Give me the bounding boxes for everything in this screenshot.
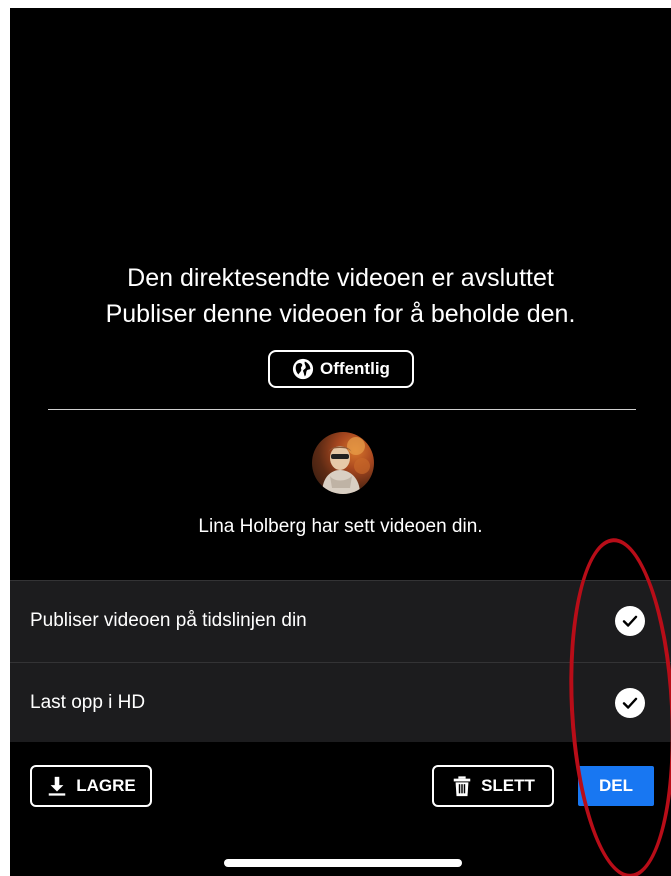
live-ended-screen: Den direktesendte videoen er avsluttet P… bbox=[10, 8, 671, 876]
option-label: Publiser videoen på tidslinjen din bbox=[30, 609, 307, 631]
delete-button[interactable]: SLETT bbox=[432, 765, 554, 807]
delete-label: SLETT bbox=[481, 776, 535, 795]
download-icon bbox=[49, 776, 66, 796]
save-button[interactable]: LAGRE bbox=[30, 765, 152, 807]
home-indicator[interactable] bbox=[224, 859, 462, 867]
title-block: Den direktesendte videoen er avsluttet P… bbox=[10, 260, 671, 332]
globe-icon bbox=[292, 358, 314, 380]
viewer-text: Lina Holberg har sett videoen din. bbox=[198, 516, 483, 537]
option-label: Last opp i HD bbox=[30, 691, 146, 713]
page-title: Den direktesendte videoen er avsluttet bbox=[127, 264, 554, 292]
save-label: LAGRE bbox=[76, 776, 136, 795]
privacy-label: Offentlig bbox=[320, 359, 390, 378]
avatar-photo bbox=[322, 437, 370, 494]
trash-icon bbox=[453, 776, 471, 797]
privacy-button[interactable]: Offentlig bbox=[268, 350, 414, 388]
divider bbox=[48, 409, 636, 410]
avatar bbox=[312, 432, 374, 494]
page-subtitle: Publiser denne videoen for å beholde den… bbox=[105, 300, 576, 328]
